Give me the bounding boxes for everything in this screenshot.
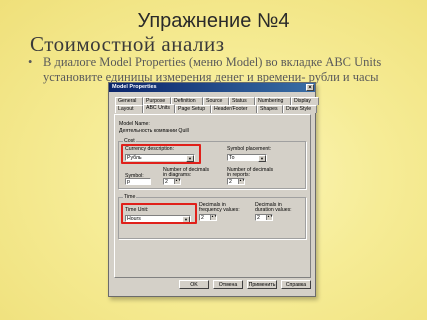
tab-definition[interactable]: Definition [171,97,203,105]
tab-header-footer[interactable]: Header/Footer [211,105,257,113]
close-icon[interactable]: × [306,84,314,91]
model-name-value: Деятельность компании Quill [119,128,189,134]
decimals-reports-spinner[interactable]: 2 ▲▼ [227,178,245,185]
apply-button[interactable]: Применить [247,280,277,289]
tab-page-setup[interactable]: Page Setup [175,105,211,113]
dialog-title: Model Properties [112,84,157,90]
help-button[interactable]: Справка [281,280,311,289]
tab-status[interactable]: Status [229,97,255,105]
tab-abc-units[interactable]: ABC Units [143,104,175,113]
tab-source[interactable]: Source [203,97,229,105]
time-group-label: Time [123,194,137,200]
tabs-row-1: General Purpose Definition Source Status… [115,97,319,105]
tab-shapes[interactable]: Shapes [257,105,283,113]
time-unit-highlight-box [121,203,197,224]
tab-display[interactable]: Display [291,97,319,105]
symbol-placement-label: Symbol placement: [227,146,272,152]
symbol-placement-value: To [229,155,235,161]
currency-highlight-box [121,144,201,164]
spinner-arrows-icon[interactable]: ▲▼ [238,179,245,184]
bullet-line-1: В диалоге Model Properties (меню Model) … [43,55,382,69]
spinner-arrows-icon[interactable]: ▲▼ [210,215,217,220]
decimals-reports-value: 2 [229,179,232,185]
tab-numbering[interactable]: Numbering [255,97,291,105]
slide-title: Упражнение №4 [137,10,290,32]
ok-button[interactable]: OK [179,280,209,289]
dur-spinner[interactable]: 2 ▲▼ [255,214,273,221]
spinner-arrows-icon[interactable]: ▲▼ [174,179,181,184]
tab-draw-style[interactable]: Draw Style [283,105,317,113]
dur-label-2: duration values: [255,207,292,213]
dialog-titlebar[interactable]: Model Properties × [109,83,315,92]
freq-label-2: frequency values: [199,207,240,213]
dur-value: 2 [257,215,260,221]
slide-subtitle: Стоимостной анализ [30,32,225,56]
tabs-row-2: Layout ABC Units Page Setup Header/Foote… [115,104,317,113]
bullet-text: • В диалоге Model Properties (меню Model… [28,55,410,85]
chevron-down-icon[interactable]: ▼ [258,155,266,162]
abc-units-panel: Model Name: Деятельность компании Quill … [114,114,311,278]
symbol-input[interactable]: p [125,178,151,185]
model-name-label: Model Name: [119,121,150,127]
freq-value: 2 [201,215,204,221]
tab-layout[interactable]: Layout [115,105,143,113]
bullet-icon: • [28,55,33,69]
spinner-arrows-icon[interactable]: ▲▼ [266,215,273,220]
symbol-placement-select[interactable]: To ▼ [227,154,267,162]
model-properties-dialog: Model Properties × General Purpose Defin… [108,82,319,297]
freq-spinner[interactable]: 2 ▲▼ [199,214,217,221]
cancel-button[interactable]: Отмена [213,280,243,289]
decimals-diagram-value: 2 [165,179,168,185]
tab-general[interactable]: General [115,97,143,105]
decimals-diagram-spinner[interactable]: 2 ▲▼ [163,178,181,185]
